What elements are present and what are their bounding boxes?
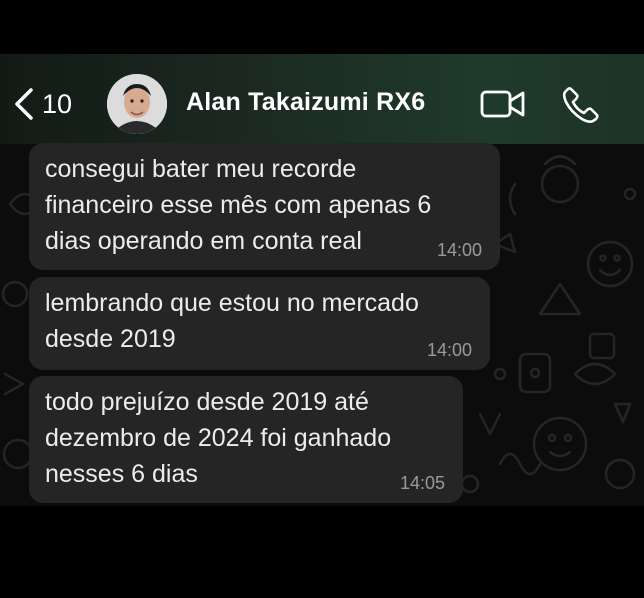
message-text: todo prejuízo desde 2019 até dezembro de… bbox=[45, 388, 392, 488]
video-call-button[interactable] bbox=[480, 88, 526, 120]
unread-count: 10 bbox=[42, 88, 73, 119]
chat-header: 10 Alan Takaizumi RX6 bbox=[0, 54, 644, 144]
message-text: consegui bater meu recorde financeiro es… bbox=[45, 155, 432, 255]
video-camera-icon bbox=[480, 90, 525, 118]
message-timestamp: 14:00 bbox=[426, 340, 472, 360]
avatar-image bbox=[107, 74, 167, 134]
chevron-left-icon bbox=[15, 88, 33, 120]
phone-icon bbox=[562, 87, 599, 123]
contact-avatar[interactable] bbox=[107, 74, 167, 134]
chat-screen: 10 Alan Takaizumi RX6 consegui bater meu… bbox=[0, 54, 644, 506]
message-bubble[interactable]: todo prejuízo desde 2019 até dezembro de… bbox=[29, 376, 463, 503]
message-timestamp: 14:00 bbox=[436, 240, 482, 260]
message-text: lembrando que estou no mercado desde 201… bbox=[45, 289, 419, 353]
contact-name[interactable]: Alan Takaizumi RX6 bbox=[186, 88, 425, 117]
message-bubble[interactable]: lembrando que estou no mercado desde 201… bbox=[29, 277, 490, 370]
message-bubble[interactable]: consegui bater meu recorde financeiro es… bbox=[29, 143, 500, 270]
message-timestamp: 14:05 bbox=[399, 473, 445, 493]
voice-call-button[interactable] bbox=[562, 86, 600, 124]
back-button[interactable]: 10 bbox=[12, 84, 72, 124]
